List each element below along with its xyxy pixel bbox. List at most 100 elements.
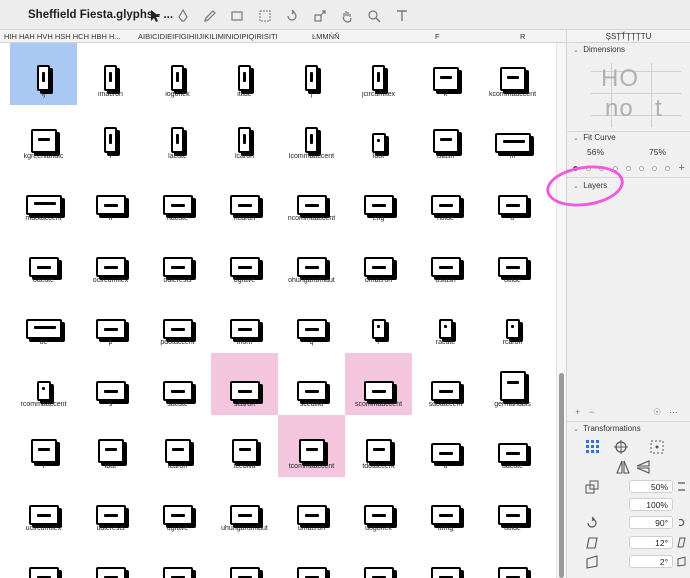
- glyph-cell[interactable]: [278, 539, 345, 578]
- mirror-vertical-icon[interactable]: [635, 459, 651, 475]
- glyph-cell[interactable]: scaron: [211, 353, 278, 415]
- scale-y-field[interactable]: 100%: [629, 498, 673, 511]
- fit-curve-right-value[interactable]: 75%: [649, 147, 666, 157]
- glyph-cell[interactable]: uacute: [479, 415, 546, 477]
- glyph-cell[interactable]: uhungarumlaut: [211, 477, 278, 539]
- glyph-cell[interactable]: kgreenlandic: [10, 105, 77, 167]
- glyph-cell[interactable]: t: [10, 415, 77, 477]
- transformations-header[interactable]: ⌄ Transformations: [573, 424, 641, 433]
- glyph-cell[interactable]: lacute: [144, 105, 211, 167]
- glyph-cell[interactable]: udieresis: [77, 477, 144, 539]
- glyph-cell[interactable]: l: [77, 105, 144, 167]
- glyph-cell[interactable]: [211, 539, 278, 578]
- rectangle-tool-icon[interactable]: [228, 6, 246, 26]
- slant-field[interactable]: 12°: [629, 536, 673, 549]
- glyph-cell[interactable]: utilde: [479, 477, 546, 539]
- component-tool-icon[interactable]: [256, 6, 274, 26]
- fit-curve-header[interactable]: ⌄ Fit Curve: [573, 133, 616, 142]
- selection-origin-icon[interactable]: [649, 439, 665, 455]
- rotate-icon[interactable]: [585, 516, 599, 530]
- glyph-cell[interactable]: iogonek: [144, 43, 211, 105]
- tab-1[interactable]: HIH HAH HVH HSH HCH HBH H...: [4, 32, 130, 41]
- glyph-cell[interactable]: ij: [10, 43, 77, 105]
- glyph-cell[interactable]: ldot: [345, 105, 412, 167]
- glyph-cell[interactable]: oe: [10, 291, 77, 353]
- glyph-cell[interactable]: tbar: [77, 415, 144, 477]
- glyph-cell[interactable]: p: [77, 291, 144, 353]
- glyph-cell[interactable]: q: [278, 291, 345, 353]
- pencil-tool-icon[interactable]: [201, 6, 219, 26]
- slant-apply-icon[interactable]: [677, 537, 686, 548]
- glyph-cell[interactable]: oslash: [412, 229, 479, 291]
- glyph-cell[interactable]: s: [77, 353, 144, 415]
- glyph-cell[interactable]: ucircumflex: [10, 477, 77, 539]
- pen-tool-icon[interactable]: [173, 6, 191, 26]
- glyph-cell[interactable]: tcaron: [144, 415, 211, 477]
- dimensions-header[interactable]: ⌄ Dimensions: [573, 45, 625, 54]
- scale-apply-icon[interactable]: [677, 481, 686, 492]
- layer-options-icon[interactable]: ⋯: [669, 407, 678, 418]
- glyph-cell[interactable]: germandbls: [479, 353, 546, 415]
- glyph-cell[interactable]: [412, 539, 479, 578]
- plus-icon[interactable]: +: [679, 163, 685, 174]
- glyph-cell[interactable]: nacute: [144, 167, 211, 229]
- text-tool-icon[interactable]: [393, 6, 411, 26]
- glyph-cell[interactable]: [144, 539, 211, 578]
- glyph-cell[interactable]: [479, 539, 546, 578]
- glyph-cell[interactable]: lcommaaccent: [278, 105, 345, 167]
- glyph-cell[interactable]: ocircumflex: [77, 229, 144, 291]
- scale-tool-icon[interactable]: [310, 6, 328, 26]
- fit-curve-dot[interactable]: [638, 165, 644, 171]
- glyph-cell[interactable]: oacute: [10, 229, 77, 291]
- remove-layer-icon[interactable]: −: [589, 407, 594, 417]
- tab-4[interactable]: F: [435, 32, 455, 41]
- zoom-tool-icon[interactable]: [365, 6, 383, 26]
- glyph-cell[interactable]: jcircumflex: [345, 43, 412, 105]
- glyph-cell[interactable]: thorn: [211, 291, 278, 353]
- fit-curve-dot[interactable]: [665, 165, 671, 171]
- glyph-cell[interactable]: ncommaaccent: [278, 167, 345, 229]
- tab-5[interactable]: R: [520, 32, 540, 41]
- glyph-cell[interactable]: tcedilla: [211, 415, 278, 477]
- glyph-cell[interactable]: ograve: [211, 229, 278, 291]
- glyph-cell[interactable]: imacron: [77, 43, 144, 105]
- glyph-cell[interactable]: tcommaaccent: [278, 415, 345, 477]
- glyph-cell[interactable]: sdotaccent: [412, 353, 479, 415]
- glyph-cell[interactable]: omacron: [345, 229, 412, 291]
- rotate-tool-icon[interactable]: [283, 6, 301, 26]
- hand-tool-icon[interactable]: [338, 6, 356, 26]
- glyph-cell[interactable]: j: [278, 43, 345, 105]
- glyph-cell[interactable]: [10, 539, 77, 578]
- glyph-cell[interactable]: pdotaccent: [144, 291, 211, 353]
- glyph-cell[interactable]: eng: [345, 167, 412, 229]
- select-tool-icon[interactable]: [146, 6, 164, 26]
- glyph-cell[interactable]: ncaron: [211, 167, 278, 229]
- skew-icon[interactable]: [585, 555, 599, 569]
- glyph-cell[interactable]: kcommaaccent: [479, 43, 546, 105]
- fit-curve-left-value[interactable]: 56%: [587, 147, 604, 157]
- glyph-cell[interactable]: umacron: [278, 477, 345, 539]
- skew-apply-icon[interactable]: [677, 556, 686, 567]
- glyph-cell[interactable]: o: [479, 167, 546, 229]
- glyph-cell[interactable]: ntilde: [412, 167, 479, 229]
- add-layer-icon[interactable]: +: [575, 407, 580, 417]
- glyph-cell[interactable]: [77, 539, 144, 578]
- glyph-cell[interactable]: rcommaaccent: [10, 353, 77, 415]
- rotate-field[interactable]: 90°: [629, 516, 673, 529]
- fit-curve-dot[interactable]: [652, 165, 658, 171]
- tab-2[interactable]: AIBICIDIEIFIGIHIIJIKILIMINIOIPIQIRISITI.…: [138, 32, 278, 41]
- glyph-cell[interactable]: m: [479, 105, 546, 167]
- scale-x-field[interactable]: 50%: [629, 480, 673, 493]
- glyph-cell[interactable]: scommaaccent: [345, 353, 412, 415]
- glyph-cell[interactable]: itilde: [211, 43, 278, 105]
- glyph-cell[interactable]: lslash: [412, 105, 479, 167]
- glyph-cell[interactable]: ohungarumlaut: [278, 229, 345, 291]
- origin-grid-icon[interactable]: [585, 439, 601, 455]
- slant-icon[interactable]: [585, 536, 599, 550]
- glyph-cell[interactable]: [345, 539, 412, 578]
- glyph-cell[interactable]: odieresis: [144, 229, 211, 291]
- glyph-cell[interactable]: otilde: [479, 229, 546, 291]
- glyph-cell[interactable]: mdotaccent: [10, 167, 77, 229]
- glyph-cell[interactable]: u: [412, 415, 479, 477]
- tab-3[interactable]: ĿMMŃŇ: [312, 32, 372, 41]
